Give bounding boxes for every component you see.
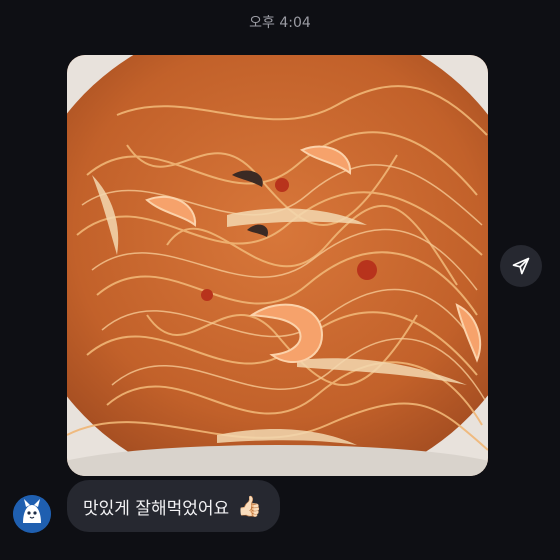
avatar-mascot-icon <box>13 495 51 533</box>
chat-screen: 오후 4:04 맛있게 잘해먹었어요 👍🏻 <box>0 0 560 560</box>
sender-avatar[interactable] <box>13 495 51 533</box>
send-icon <box>512 257 530 275</box>
share-button[interactable] <box>500 245 542 287</box>
shared-photo[interactable] <box>67 55 488 476</box>
message-text: 맛있게 잘해먹었어요 <box>83 498 230 519</box>
pasta-photo-image <box>67 55 488 476</box>
message-bubble[interactable]: 맛있게 잘해먹었어요 👍🏻 <box>67 480 281 532</box>
message-timestamp: 오후 4:04 <box>249 15 311 31</box>
thumbs-up-icon: 👍🏻 <box>237 494 263 518</box>
